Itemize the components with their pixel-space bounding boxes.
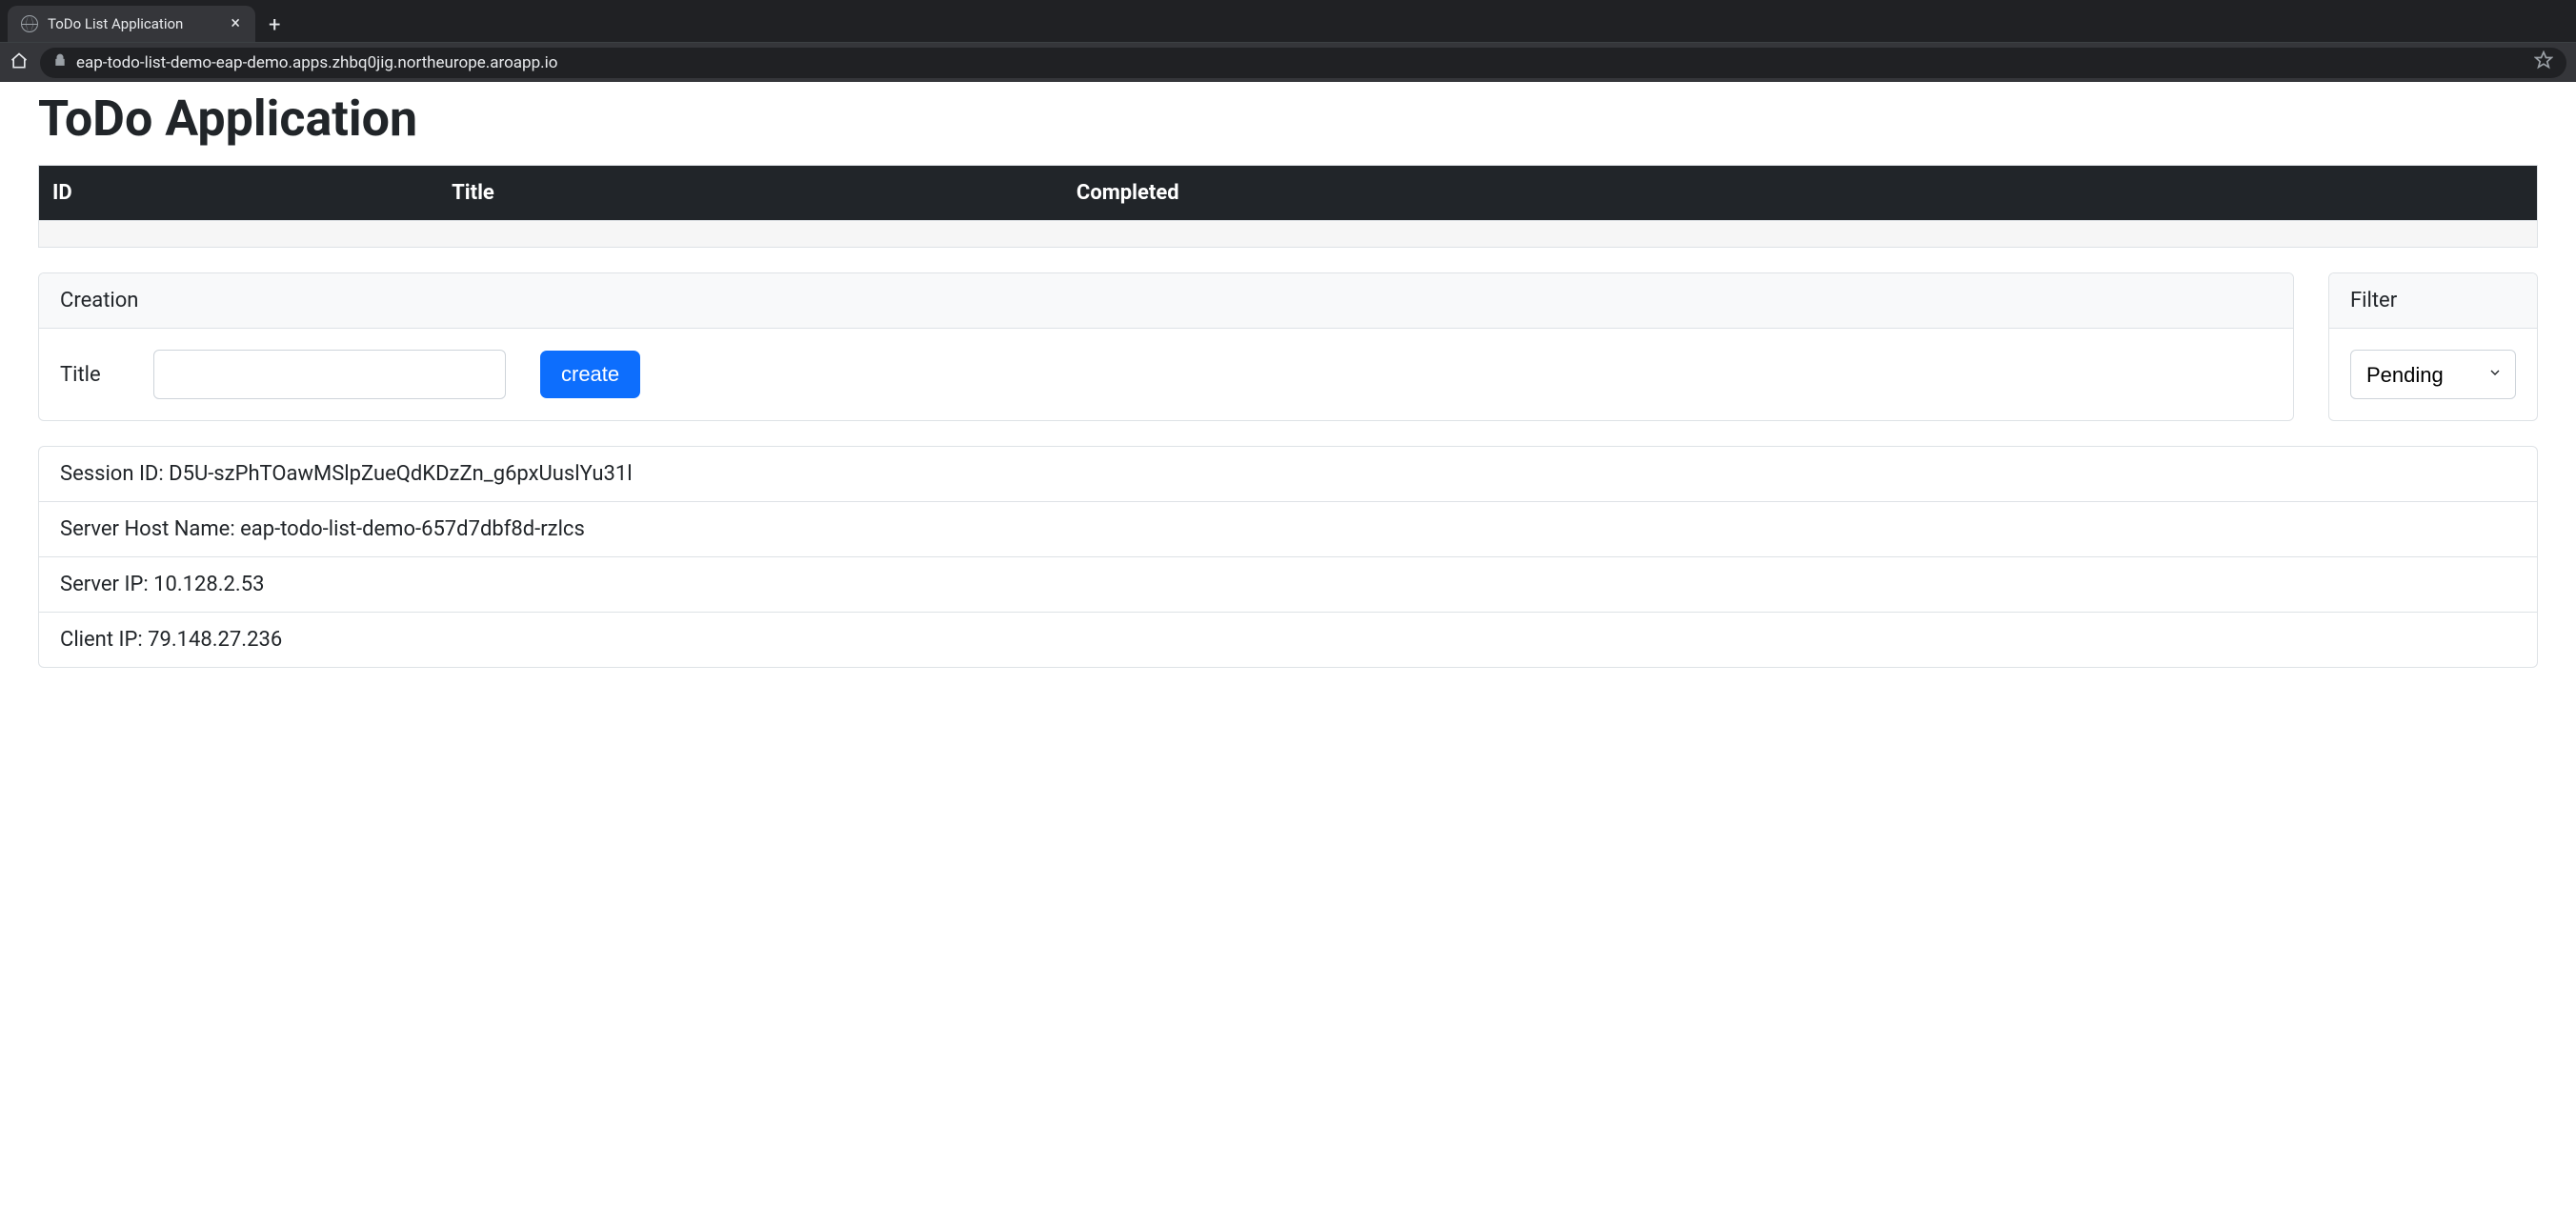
title-label: Title (60, 363, 136, 387)
browser-tab[interactable]: ToDo List Application × (8, 6, 255, 42)
filter-select[interactable]: Pending (2350, 350, 2516, 399)
lock-icon (53, 52, 67, 72)
page-title: ToDo Application (38, 90, 2538, 148)
info-server-host: Server Host Name: eap-todo-list-demo-657… (39, 502, 2537, 557)
tab-title: ToDo List Application (48, 15, 219, 32)
info-client-ip: Client IP: 79.148.27.236 (39, 613, 2537, 667)
col-completed: Completed (1063, 166, 2538, 221)
home-icon[interactable] (10, 51, 29, 74)
title-input[interactable] (153, 350, 506, 399)
table-header-row: ID Title Completed (39, 166, 2538, 221)
info-session-id: Session ID: D5U-szPhTOawMSlpZueQdKDzZn_g… (39, 447, 2537, 502)
filter-header: Filter (2329, 273, 2537, 329)
star-icon[interactable] (2534, 50, 2553, 74)
browser-chrome: ToDo List Application × + eap-todo-list-… (0, 0, 2576, 82)
new-tab-button[interactable]: + (255, 10, 293, 42)
creation-header: Creation (39, 273, 2293, 329)
globe-icon (21, 15, 38, 32)
page-content: ToDo Application ID Title Completed Crea… (0, 90, 2576, 706)
address-bar: eap-todo-list-demo-eap-demo.apps.zhbq0ji… (0, 42, 2576, 82)
filter-card: Filter Pending (2328, 272, 2538, 421)
todo-table: ID Title Completed (38, 165, 2538, 248)
url-text: eap-todo-list-demo-eap-demo.apps.zhbq0ji… (76, 53, 557, 72)
col-id: ID (39, 166, 439, 221)
info-server-ip: Server IP: 10.128.2.53 (39, 557, 2537, 613)
creation-card: Creation Title create (38, 272, 2294, 421)
omnibox[interactable]: eap-todo-list-demo-eap-demo.apps.zhbq0ji… (40, 48, 2566, 78)
create-button[interactable]: create (540, 351, 640, 398)
creation-form-row: Title create (60, 350, 2272, 399)
close-icon[interactable]: × (229, 13, 242, 34)
filter-select-wrap: Pending (2350, 350, 2516, 399)
col-title: Title (438, 166, 1063, 221)
table-empty-row (39, 221, 2538, 248)
tab-bar: ToDo List Application × + (0, 0, 2576, 42)
panels: Creation Title create Filter Pending (38, 272, 2538, 421)
info-list: Session ID: D5U-szPhTOawMSlpZueQdKDzZn_g… (38, 446, 2538, 668)
